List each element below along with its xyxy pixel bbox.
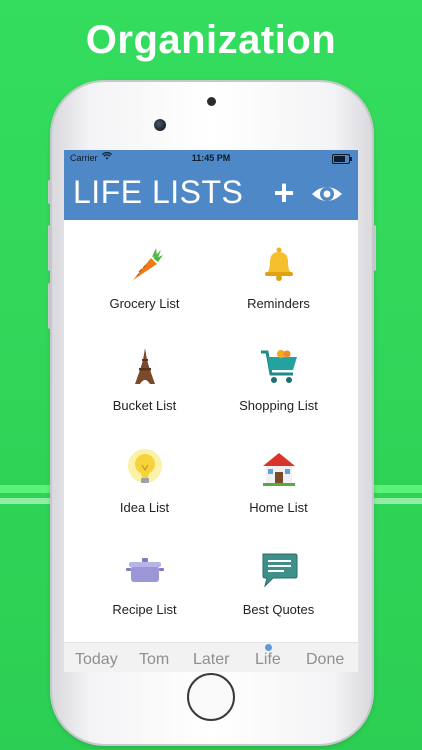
bell-icon <box>259 244 299 284</box>
tab-done[interactable]: Done <box>306 651 344 669</box>
carrot-icon <box>125 244 165 284</box>
shopping-cart-icon <box>259 346 299 386</box>
list-item-reminders[interactable]: Reminders <box>205 244 352 346</box>
status-bar: Carrier 11:45 PM <box>64 150 358 167</box>
eye-icon <box>312 187 342 201</box>
cooking-pot-icon <box>125 550 165 590</box>
phone-screen: Carrier 11:45 PM LIFE LISTS + Grocery Li… <box>64 150 358 672</box>
list-item-label: Home List <box>249 500 308 515</box>
list-item-grocery[interactable]: Grocery List <box>71 244 218 346</box>
list-item-quotes[interactable]: Best Quotes <box>205 550 352 652</box>
list-item-recipe[interactable]: Recipe List <box>71 550 218 652</box>
list-item-idea[interactable]: Idea List <box>71 448 218 550</box>
list-item-label: Bucket List <box>112 398 177 413</box>
house-icon <box>259 448 299 488</box>
list-item-home[interactable]: Home List <box>205 448 352 550</box>
battery-icon <box>332 154 352 164</box>
tab-bar: Today Tom Later Life Done <box>64 642 358 672</box>
home-button[interactable] <box>187 673 235 721</box>
app-header: Carrier 11:45 PM LIFE LISTS + <box>64 150 358 220</box>
list-item-label: Shopping List <box>239 398 318 413</box>
list-item-label: Grocery List <box>109 296 180 311</box>
add-list-button[interactable]: + <box>270 175 298 212</box>
status-time: 11:45 PM <box>191 153 231 163</box>
earpiece-speaker <box>207 97 216 106</box>
front-camera <box>154 119 166 131</box>
list-item-label: Recipe List <box>112 602 177 617</box>
list-item-label: Best Quotes <box>242 602 315 617</box>
list-item-bucket[interactable]: Bucket List <box>71 346 218 448</box>
view-button[interactable] <box>310 180 344 208</box>
tab-later[interactable]: Later <box>193 651 229 669</box>
eiffel-tower-icon <box>125 346 165 386</box>
list-item-label: Reminders <box>247 296 310 311</box>
speech-bubble-icon <box>259 550 299 590</box>
tab-today[interactable]: Today <box>75 651 118 669</box>
tab-life[interactable]: Life <box>255 651 281 669</box>
light-bulb-icon <box>125 448 165 488</box>
list-item-label: Idea List <box>119 500 170 515</box>
tab-tom[interactable]: Tom <box>139 651 169 669</box>
power-button <box>372 225 376 271</box>
list-item-shopping[interactable]: Shopping List <box>205 346 352 448</box>
app-title: LIFE LISTS <box>73 174 244 210</box>
active-tab-indicator <box>265 644 272 651</box>
headline: Organization <box>85 18 337 62</box>
